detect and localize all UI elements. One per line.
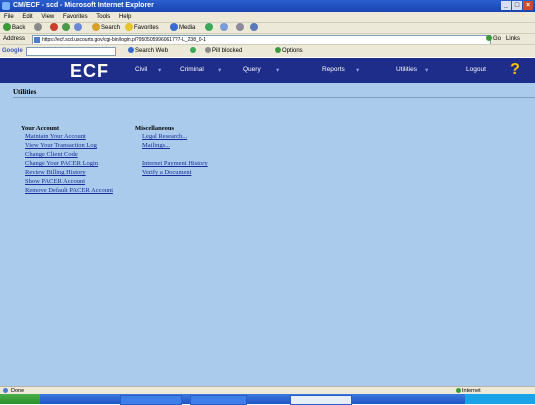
- popup-icon: [205, 47, 211, 54]
- search-icon: [92, 23, 100, 32]
- system-tray: [465, 394, 535, 404]
- nav-reports[interactable]: Reports: [322, 66, 345, 73]
- menu-help[interactable]: Help: [119, 14, 131, 20]
- nav-criminal[interactable]: Criminal: [180, 66, 204, 73]
- link-show-pacer-account[interactable]: Show PACER Account: [25, 178, 85, 185]
- print-icon: [236, 23, 244, 32]
- edit-icon: [250, 23, 258, 32]
- ecf-nav-bar: ECF Civil ▾ Criminal ▾ Query ▾ Reports ▾…: [0, 58, 535, 83]
- link-change-pacer-login[interactable]: Change Your PACER Login: [25, 160, 98, 167]
- menu-view[interactable]: View: [41, 14, 54, 20]
- options-icon: [275, 47, 281, 54]
- your-account-title: Your Account: [21, 125, 59, 132]
- nav-civil[interactable]: Civil: [135, 66, 147, 73]
- link-billing-history[interactable]: Review Billing History: [25, 169, 86, 176]
- go-arrow-icon: [486, 35, 492, 42]
- google-toolbar: Google Search Web Pill blocked Options: [0, 44, 535, 57]
- menu-edit[interactable]: Edit: [22, 14, 32, 20]
- link-verify-document[interactable]: Verify a Document: [142, 169, 191, 176]
- link-change-client-code[interactable]: Change Client Code: [25, 151, 78, 158]
- search-web-button[interactable]: Search Web: [128, 45, 168, 57]
- mail-icon: [220, 23, 228, 32]
- window-title-bar: CM/ECF - scd - Microsoft Internet Explor…: [0, 0, 535, 12]
- link-maintain-account[interactable]: Maintain Your Account: [25, 133, 86, 140]
- nav-query[interactable]: Query: [243, 66, 261, 73]
- media-icon: [170, 23, 178, 32]
- link-legal-research[interactable]: Legal Research...: [142, 133, 187, 140]
- help-icon[interactable]: ?: [507, 62, 523, 78]
- pagerank-icon[interactable]: [190, 45, 197, 57]
- home-icon: [74, 23, 82, 32]
- link-payment-history[interactable]: Internet Payment History: [142, 160, 208, 167]
- link-remove-pacer-account[interactable]: Remove Default PACER Account: [25, 187, 113, 194]
- ie-icon: [2, 2, 10, 10]
- close-button[interactable]: ×: [523, 1, 533, 10]
- start-button[interactable]: [0, 394, 40, 404]
- google-logo: Google: [2, 48, 23, 54]
- menu-favorites[interactable]: Favorites: [63, 14, 88, 20]
- popup-blocker-button[interactable]: Pill blocked: [205, 45, 242, 57]
- minimize-button[interactable]: _: [501, 1, 511, 10]
- forward-arrow-icon: [34, 23, 42, 32]
- globe-icon: [456, 388, 461, 394]
- link-transaction-log[interactable]: View Your Transaction Log: [25, 142, 97, 149]
- back-arrow-icon: [3, 23, 11, 32]
- heading-divider: [13, 97, 535, 98]
- miscellaneous-title: Miscellaneous: [135, 125, 174, 132]
- google-search-input[interactable]: [26, 47, 116, 56]
- ecf-logo: ECF: [70, 61, 109, 81]
- star-icon: [125, 23, 133, 32]
- page-icon: [34, 37, 40, 43]
- taskbar: [0, 394, 535, 405]
- window-title: CM/ECF - scd - Microsoft Internet Explor…: [13, 2, 154, 9]
- maximize-button[interactable]: □: [512, 1, 522, 10]
- history-icon: [205, 23, 213, 32]
- nav-logout[interactable]: Logout: [466, 66, 486, 73]
- refresh-icon: [62, 23, 70, 32]
- menu-bar: File Edit View Favorites Tools Help: [0, 12, 535, 22]
- stop-icon: [50, 23, 58, 32]
- google-options-button[interactable]: Options: [275, 45, 303, 57]
- address-url: https://ecf.scd.uscourts.gov/cgi-bin/log…: [42, 37, 207, 43]
- menu-file[interactable]: File: [4, 14, 14, 20]
- link-mailings[interactable]: Mailings...: [142, 142, 170, 149]
- page-title: Utilities: [13, 88, 37, 96]
- binoculars-icon: [128, 47, 134, 54]
- page-content: [0, 83, 535, 386]
- menu-tools[interactable]: Tools: [96, 14, 110, 20]
- nav-utilities[interactable]: Utilities: [396, 66, 417, 73]
